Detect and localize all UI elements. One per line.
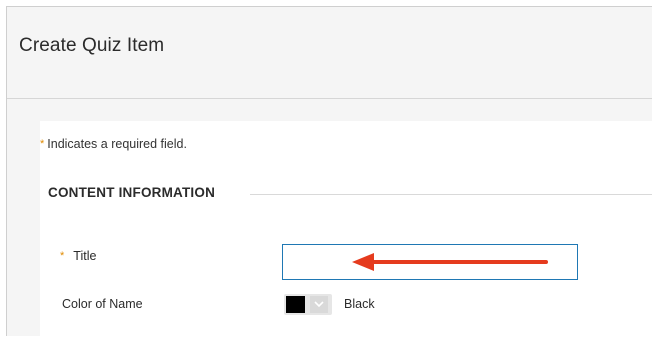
form-panel: * Indicates a required field. CONTENT INF… xyxy=(40,121,652,337)
section-divider xyxy=(250,194,652,195)
page: Create Quiz Item * Indicates a required f… xyxy=(0,0,652,337)
color-selected-value: Black xyxy=(344,297,375,311)
asterisk-icon: * xyxy=(60,250,65,262)
title-label-text: Title xyxy=(73,249,97,263)
content-window: Create Quiz Item * Indicates a required f… xyxy=(6,6,652,337)
asterisk-icon: * xyxy=(40,138,45,150)
chevron-down-icon[interactable] xyxy=(310,296,328,313)
color-swatch xyxy=(286,296,305,313)
color-of-name-label: Color of Name xyxy=(62,297,143,311)
section-title: CONTENT INFORMATION xyxy=(48,185,216,200)
title-divider xyxy=(7,98,652,99)
page-title: Create Quiz Item xyxy=(19,35,165,56)
required-field-note: * Indicates a required field. xyxy=(40,137,187,151)
color-picker[interactable] xyxy=(284,294,332,315)
title-field-label: * Title xyxy=(60,249,96,263)
arrow-left-icon xyxy=(352,253,548,271)
required-note-text: Indicates a required field. xyxy=(47,137,187,151)
